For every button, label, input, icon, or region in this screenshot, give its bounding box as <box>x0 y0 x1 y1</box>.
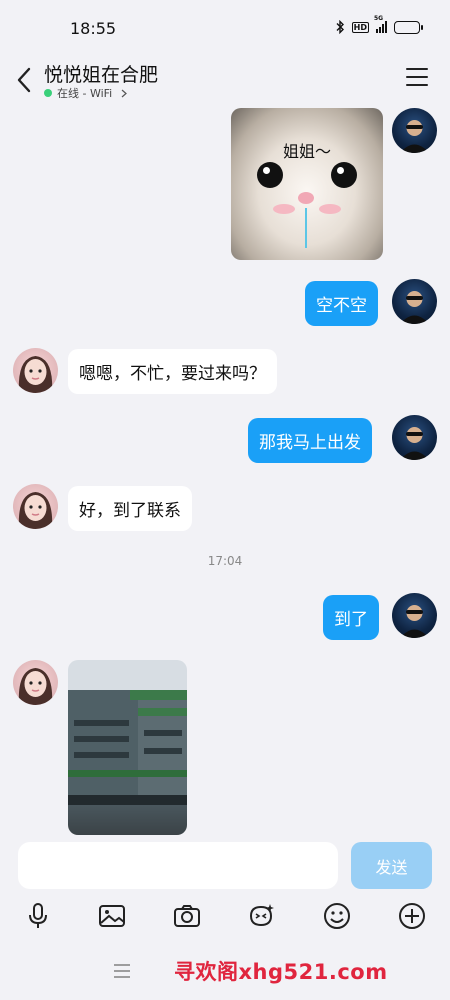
network-type: 5G <box>374 15 384 22</box>
message-timestamp: 17:04 <box>207 554 243 568</box>
incoming-message[interactable]: 好，到了联系 <box>68 486 192 531</box>
outgoing-message[interactable]: 那我马上出发 <box>248 418 372 463</box>
self-avatar[interactable] <box>392 593 437 638</box>
menu-icon[interactable] <box>406 68 428 86</box>
online-dot-icon <box>44 89 52 97</box>
self-avatar[interactable] <box>392 279 437 324</box>
status-bar: 18:55 HD 5G <box>0 0 450 58</box>
contact-avatar[interactable] <box>13 660 58 705</box>
self-avatar[interactable] <box>392 415 437 460</box>
cat-eye <box>257 162 283 188</box>
sticker-icon[interactable] <box>246 901 276 931</box>
bluetooth-icon <box>336 20 344 34</box>
chat-header: 悦悦姐在合肥 在线 - WiFi <box>0 58 450 104</box>
sticker-caption: 姐姐～ <box>282 142 331 161</box>
cat-eye <box>331 162 357 188</box>
contact-avatar[interactable] <box>13 348 58 393</box>
plus-icon[interactable] <box>397 901 427 931</box>
nav-menu-icon[interactable] <box>113 963 131 979</box>
hd-badge: HD <box>351 21 369 33</box>
microphone-icon[interactable] <box>23 901 53 931</box>
sticker-image[interactable]: 姐姐～ <box>231 108 383 260</box>
presence-text: 在线 - WiFi <box>57 87 113 100</box>
outgoing-message[interactable]: 空不空 <box>305 281 378 326</box>
signal-icon: 5G <box>374 15 387 33</box>
cat-nose <box>298 192 314 204</box>
contact-name[interactable]: 悦悦姐在合肥 <box>44 60 158 87</box>
send-button[interactable]: 发送 <box>351 842 432 889</box>
camera-icon[interactable] <box>172 901 202 931</box>
self-avatar[interactable] <box>392 108 437 153</box>
chevron-right-icon <box>121 89 128 97</box>
battery-icon <box>394 20 423 34</box>
message-input[interactable] <box>18 842 338 889</box>
watermark: 寻欢阁xhg521.com <box>174 960 388 984</box>
image-icon[interactable] <box>97 901 127 931</box>
input-toolbar <box>0 897 450 937</box>
back-icon[interactable] <box>14 66 34 94</box>
status-time: 18:55 <box>70 19 117 38</box>
street-photo[interactable] <box>68 660 187 835</box>
status-icons: HD 5G <box>335 15 423 34</box>
contact-avatar[interactable] <box>13 484 58 529</box>
presence-status[interactable]: 在线 - WiFi <box>44 85 128 101</box>
outgoing-message[interactable]: 到了 <box>323 595 379 640</box>
incoming-message[interactable]: 嗯嗯，不忙，要过来吗？ <box>68 349 277 394</box>
emoji-icon[interactable] <box>322 901 352 931</box>
